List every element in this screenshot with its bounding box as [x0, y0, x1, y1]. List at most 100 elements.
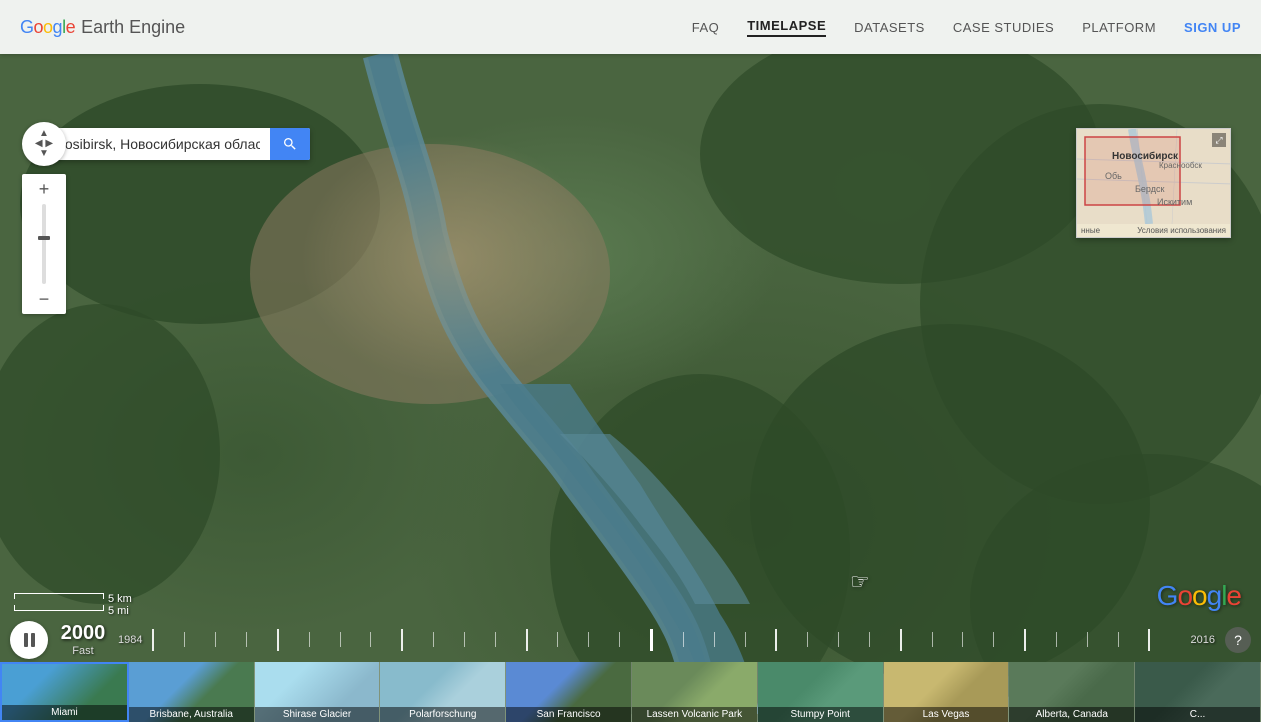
thumbnail-item[interactable]: Miami [0, 662, 129, 722]
tick [215, 632, 246, 647]
nav-timelapse[interactable]: TIMELAPSE [747, 18, 826, 37]
timeline: 2000 Fast 1984 [0, 617, 1261, 662]
search-box [30, 128, 310, 160]
thumbnail-label: Stumpy Point [758, 707, 883, 722]
nav-datasets[interactable]: DATASETS [854, 20, 925, 35]
nav-faq[interactable]: FAQ [692, 20, 720, 35]
mini-map-expand-button[interactable]: ⤢ [1212, 133, 1226, 147]
tick [246, 632, 277, 647]
tick [993, 632, 1024, 647]
year-number: 2000 [61, 622, 106, 645]
timeline-ticks [152, 629, 1180, 651]
tick [683, 632, 714, 647]
scale-km: 5 km [14, 593, 132, 605]
tick-active [650, 629, 683, 651]
thumbnail-label: Shirase Glacier [255, 707, 380, 722]
thumbnail-label: San Francisco [506, 707, 631, 722]
thumbnail-item[interactable]: Las Vegas [884, 662, 1010, 722]
timeline-track[interactable] [152, 620, 1180, 660]
thumbnail-strip: MiamiBrisbane, AustraliaShirase GlacierP… [0, 662, 1261, 722]
google-watermark: Google [1157, 580, 1241, 612]
mini-map-content: Новосибирск Обь Краснообск Бердск Искити… [1077, 129, 1230, 237]
tick [619, 632, 650, 647]
thumbnail-label: C... [1135, 707, 1260, 722]
year-display: 2000 Fast [58, 622, 108, 657]
mini-map-ob-label: Обь [1105, 171, 1122, 181]
thumbnail-label: Las Vegas [884, 707, 1009, 722]
tick [433, 632, 464, 647]
zoom-track[interactable] [42, 204, 46, 284]
logo: Google Earth Engine [20, 17, 185, 38]
speed-label: Fast [72, 645, 93, 657]
tick [526, 629, 558, 651]
tick [464, 632, 495, 647]
scale-bar-bottom [14, 605, 104, 611]
zoom-in-button[interactable]: + [33, 178, 55, 200]
tick [557, 632, 588, 647]
thumbnail-item[interactable]: Alberta, Canada [1009, 662, 1135, 722]
mini-map-footer-left: нные [1081, 226, 1100, 235]
mini-map-footer: нные Условия использования [1077, 224, 1230, 237]
thumbnail-item[interactable]: Lassen Volcanic Park [632, 662, 758, 722]
mini-map[interactable]: ⤢ Новосибирск Обь Краснообск Бердск Иски… [1076, 128, 1231, 238]
logo-google-text: Google [20, 17, 75, 38]
search-button[interactable] [270, 128, 310, 160]
thumbnail-item[interactable]: Polarforschung [380, 662, 506, 722]
tick [401, 629, 433, 651]
pause-icon [24, 633, 35, 647]
thumbnail-label: Miami [2, 705, 127, 720]
tick [370, 632, 401, 647]
thumbnail-label: Polarforschung [380, 707, 505, 722]
search-icon [282, 136, 298, 152]
tick [838, 632, 869, 647]
thumbnail-item[interactable]: Stumpy Point [758, 662, 884, 722]
pan-arrows: ▲◀ ▶▼ [35, 129, 53, 159]
scale-mi: 5 mi [14, 605, 132, 617]
zoom-slider: + − [22, 174, 66, 314]
thumbnail-item[interactable]: Shirase Glacier [255, 662, 381, 722]
thumbnail-label: Lassen Volcanic Park [632, 707, 757, 722]
zoom-out-button[interactable]: − [33, 288, 55, 310]
header: Google Earth Engine FAQ TIMELAPSE DATASE… [0, 0, 1261, 54]
thumbnail-item[interactable]: C... [1135, 662, 1261, 722]
scale-km-label: 5 km [108, 593, 132, 605]
nav-case-studies[interactable]: CASE STUDIES [953, 20, 1054, 35]
tick [962, 632, 993, 647]
pause-button[interactable] [10, 621, 48, 659]
tick [869, 632, 900, 647]
tick [1148, 629, 1180, 651]
tick [1024, 629, 1056, 651]
tick [495, 632, 526, 647]
nav-platform[interactable]: PLATFORM [1082, 20, 1156, 35]
tick [714, 632, 745, 647]
thumbnail-item[interactable]: Brisbane, Australia [129, 662, 255, 722]
tick [1087, 632, 1118, 647]
scale-bar: 5 km 5 mi [14, 593, 132, 617]
tick [745, 632, 776, 647]
scale-bar-top [14, 593, 104, 599]
pan-control[interactable]: ▲◀ ▶▼ [22, 122, 66, 166]
zoom-controls: ▲◀ ▶▼ + − [22, 122, 66, 314]
nav-signup[interactable]: SIGN UP [1184, 20, 1241, 35]
tick [1118, 632, 1149, 647]
thumbnail-item[interactable]: San Francisco [506, 662, 632, 722]
city-overlay [300, 134, 600, 384]
help-button[interactable]: ? [1225, 627, 1251, 653]
mini-map-krasnoobsk-label: Краснообск [1159, 161, 1202, 170]
map[interactable]: ▲◀ ▶▼ + − 5 km 5 mi ⤢ [0, 54, 1261, 722]
search-input[interactable] [30, 128, 270, 160]
tick [152, 629, 184, 651]
pause-bar-right [31, 633, 35, 647]
tick [932, 632, 963, 647]
tick [340, 632, 371, 647]
tick [277, 629, 309, 651]
thumbnail-label: Alberta, Canada [1009, 707, 1134, 722]
logo-earth-engine-text: Earth Engine [81, 17, 185, 38]
tick [807, 632, 838, 647]
tick [900, 629, 932, 651]
tick [775, 629, 807, 651]
tick [184, 632, 215, 647]
mini-map-footer-right: Условия использования [1137, 226, 1226, 235]
tick [309, 632, 340, 647]
mini-map-berdsk-label: Бердск [1135, 184, 1164, 194]
